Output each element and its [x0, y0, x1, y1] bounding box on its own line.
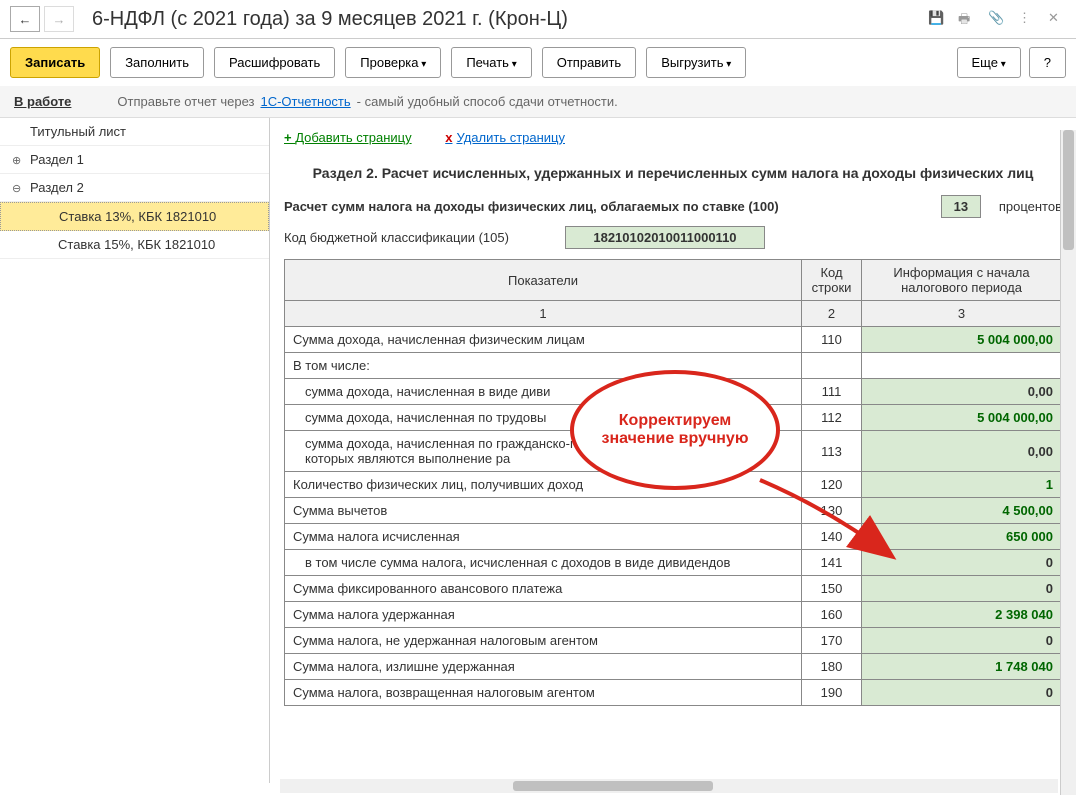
kbk-label: Код бюджетной классификации (105)	[284, 230, 509, 245]
row-label: Сумма налога исчисленная	[285, 524, 802, 550]
send-button[interactable]: Отправить	[542, 47, 636, 78]
kebab-icon[interactable]: ⋮	[1018, 10, 1036, 28]
row-label: Сумма налога, возвращенная налоговым аге…	[285, 680, 802, 706]
row-value[interactable]: 0	[862, 628, 1062, 654]
sidebar-tree: Титульный лист ⊕Раздел 1 ⊖Раздел 2 Ставк…	[0, 118, 270, 783]
row-code: 110	[802, 327, 862, 353]
row-value[interactable]: 5 004 000,00	[862, 405, 1062, 431]
horizontal-scrollbar[interactable]	[280, 779, 1058, 793]
attach-icon[interactable]: 📎	[988, 10, 1006, 28]
upload-button[interactable]: Выгрузить	[646, 47, 746, 78]
write-button[interactable]: Записать	[10, 47, 100, 78]
row-label: Сумма налога, не удержанная налоговым аг…	[285, 628, 802, 654]
vertical-scrollbar[interactable]	[1060, 130, 1076, 795]
grid-header-code: Код строки	[802, 260, 862, 301]
row-value[interactable]: 650 000	[862, 524, 1062, 550]
tree-section2[interactable]: ⊖Раздел 2	[0, 174, 269, 202]
row-value[interactable]: 0	[862, 680, 1062, 706]
fill-button[interactable]: Заполнить	[110, 47, 204, 78]
row-value[interactable]: 0,00	[862, 431, 1062, 472]
row-code: 170	[802, 628, 862, 654]
rate-label: Расчет сумм налога на доходы физических …	[284, 199, 779, 214]
row-code: 112	[802, 405, 862, 431]
table-row: Сумма налога исчисленная140650 000	[285, 524, 1062, 550]
help-button[interactable]: ?	[1029, 47, 1066, 78]
row-value[interactable]: 0	[862, 550, 1062, 576]
check-button[interactable]: Проверка	[345, 47, 441, 78]
row-value[interactable]: 1	[862, 472, 1062, 498]
table-row: Сумма фиксированного авансового платежа1…	[285, 576, 1062, 602]
row-value	[862, 353, 1062, 379]
grid-header-info: Информация с начала налогового периода	[862, 260, 1062, 301]
callout-text: Корректируем значение вручную	[570, 370, 780, 490]
status-link[interactable]: В работе	[14, 94, 71, 109]
delete-x-icon: х	[445, 130, 452, 145]
row-code	[802, 353, 862, 379]
table-row: Сумма налога, не удержанная налоговым аг…	[285, 628, 1062, 654]
table-row: Сумма налога удержанная1602 398 040	[285, 602, 1062, 628]
window-title: 6-НДФЛ (с 2021 года) за 9 месяцев 2021 г…	[92, 8, 928, 31]
info-text1: Отправьте отчет через	[117, 94, 254, 109]
print-icon[interactable]: 🖶	[958, 10, 976, 28]
table-row: в том числе сумма налога, исчисленная с …	[285, 550, 1062, 576]
decode-button[interactable]: Расшифровать	[214, 47, 335, 78]
save-icon[interactable]: 💾	[928, 10, 946, 28]
window-header: ← → 6-НДФЛ (с 2021 года) за 9 месяцев 20…	[0, 0, 1076, 39]
row-code: 120	[802, 472, 862, 498]
rate-unit: процентов	[999, 199, 1062, 214]
row-label: в том числе сумма налога, исчисленная с …	[285, 550, 802, 576]
grid-sub-3: 3	[862, 301, 1062, 327]
row-code: 130	[802, 498, 862, 524]
row-value[interactable]: 4 500,00	[862, 498, 1062, 524]
grid-sub-1: 1	[285, 301, 802, 327]
row-value[interactable]: 0	[862, 576, 1062, 602]
row-value[interactable]: 0,00	[862, 379, 1062, 405]
more-button[interactable]: Еще	[957, 47, 1021, 78]
row-code: 111	[802, 379, 862, 405]
table-row: Сумма налога, излишне удержанная1801 748…	[285, 654, 1062, 680]
table-row: Сумма налога, возвращенная налоговым аге…	[285, 680, 1062, 706]
info-text2: - самый удобный способ сдачи отчетности.	[357, 94, 618, 109]
section-title: Раздел 2. Расчет исчисленных, удержанных…	[284, 165, 1062, 181]
row-label: Сумма налога, излишне удержанная	[285, 654, 802, 680]
expand-icon[interactable]: ⊕	[12, 154, 24, 166]
row-value[interactable]: 2 398 040	[862, 602, 1062, 628]
row-code: 141	[802, 550, 862, 576]
print-button[interactable]: Печать	[451, 47, 531, 78]
row-code: 140	[802, 524, 862, 550]
row-label: Сумма дохода, начисленная физическим лиц…	[285, 327, 802, 353]
row-code: 180	[802, 654, 862, 680]
row-label: Сумма фиксированного авансового платежа	[285, 576, 802, 602]
tree-rate13[interactable]: Ставка 13%, КБК 1821010	[0, 202, 269, 231]
table-row: Сумма дохода, начисленная физическим лиц…	[285, 327, 1062, 353]
grid-header-indicators: Показатели	[285, 260, 802, 301]
grid-sub-2: 2	[802, 301, 862, 327]
tree-title-page[interactable]: Титульный лист	[0, 118, 269, 146]
tree-rate15[interactable]: Ставка 15%, КБК 1821010	[0, 231, 269, 259]
row-label: Сумма налога удержанная	[285, 602, 802, 628]
tree-section1[interactable]: ⊕Раздел 1	[0, 146, 269, 174]
nav-back-button[interactable]: ←	[10, 6, 40, 32]
row-code: 113	[802, 431, 862, 472]
callout-annotation: Корректируем значение вручную	[570, 370, 790, 510]
kbk-value-field[interactable]: 18210102010011000110	[565, 226, 765, 249]
rate-value-field[interactable]: 13	[941, 195, 981, 218]
add-page-link[interactable]: Добавить страницу	[284, 130, 412, 145]
collapse-icon[interactable]: ⊖	[12, 182, 24, 194]
row-value[interactable]: 1 748 040	[862, 654, 1062, 680]
info-bar: В работе Отправьте отчет через 1С-Отчетн…	[0, 86, 1076, 118]
reporting-link[interactable]: 1С-Отчетность	[260, 94, 350, 109]
toolbar: Записать Заполнить Расшифровать Проверка…	[0, 39, 1076, 86]
delete-page-link[interactable]: хУдалить страницу	[445, 130, 565, 145]
row-code: 190	[802, 680, 862, 706]
close-icon[interactable]: ✕	[1048, 10, 1066, 28]
row-value[interactable]: 5 004 000,00	[862, 327, 1062, 353]
nav-forward-button: →	[44, 6, 74, 32]
row-code: 150	[802, 576, 862, 602]
row-code: 160	[802, 602, 862, 628]
